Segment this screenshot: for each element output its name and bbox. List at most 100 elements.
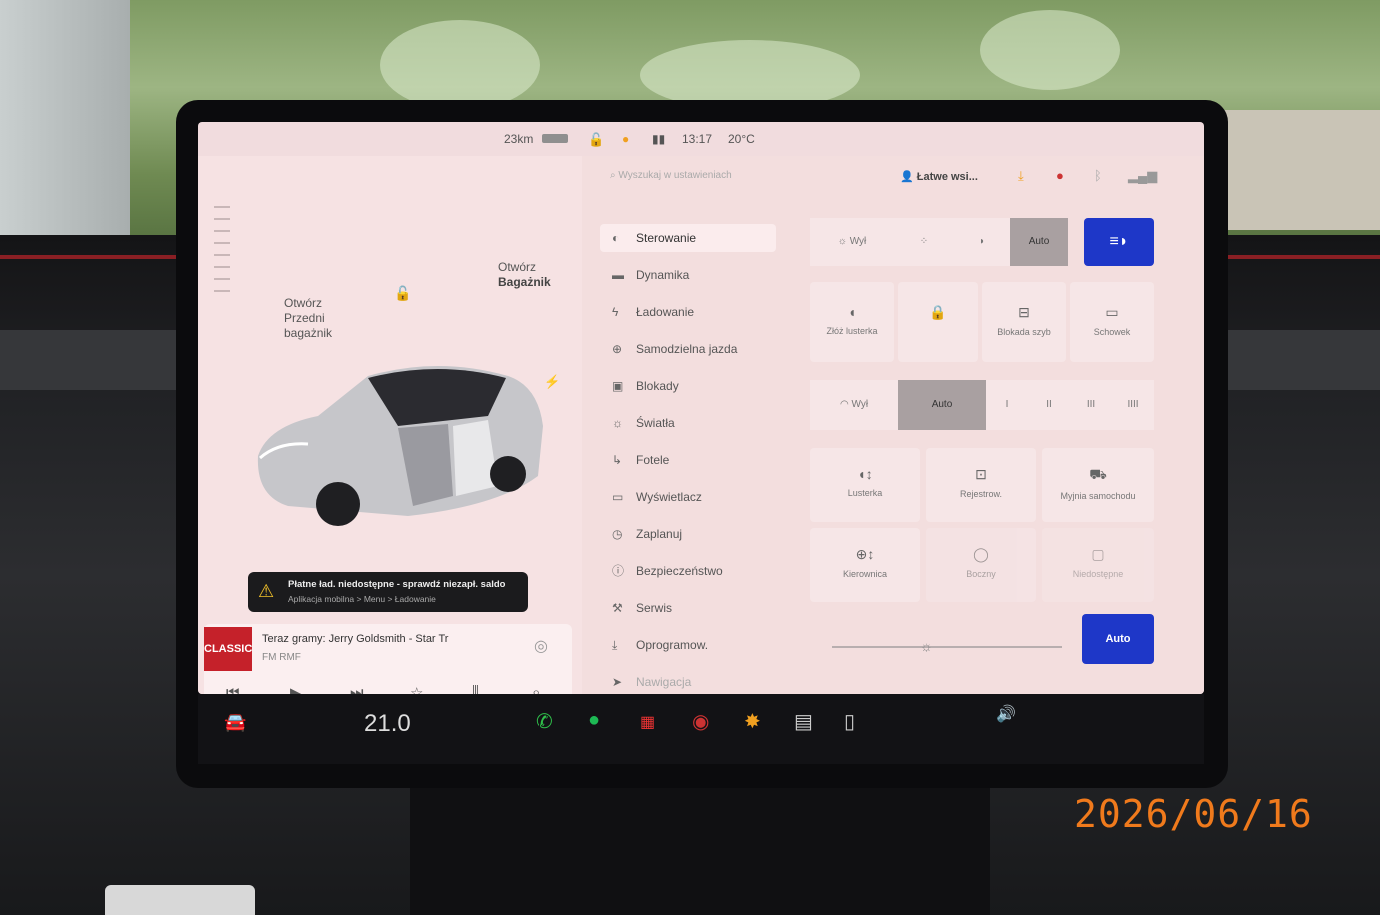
door-unlock-icon[interactable]: 🔓 (394, 286, 411, 301)
car-icon[interactable]: 🚘 (224, 712, 246, 733)
menu-item-wyswietlacz[interactable]: ▭ Wyświetlacz (600, 483, 776, 520)
car-wash-icon: ⛟ (1089, 466, 1107, 482)
menu-item-label: Światła (636, 416, 675, 430)
brightness-auto-button[interactable]: Auto (1082, 614, 1154, 664)
menu-item-sterowanie[interactable]: ◐ Sterowanie (600, 224, 776, 252)
spotify-icon[interactable]: ● (588, 709, 600, 732)
search-placeholder: Wyszukaj w ustawieniach (618, 170, 732, 181)
menu-item-zaplanuj[interactable]: ◷ Zaplanuj (600, 520, 776, 557)
notification-bell-icon[interactable]: ● (1056, 168, 1064, 183)
steering-label: Kierownica (842, 569, 888, 579)
signal-icon: ▂▄▆ (1128, 168, 1158, 183)
wipers-speed-3[interactable]: III (1070, 380, 1112, 430)
settings-search-input[interactable]: ⌕ Wyszukaj w ustawieniach (610, 170, 732, 181)
touchscreen: 23km 🔓 ● ▮▮ 13:17 20°C Otwórz Przedni ba… (198, 122, 1204, 694)
bluetooth-icon[interactable]: ᛒ (1094, 168, 1102, 183)
menu-item-oprogramowanie[interactable]: ⤓ Oprogramow. (600, 631, 776, 668)
lock-icon: 🔒 (929, 304, 947, 320)
fold-mirrors-button[interactable]: ◖ Złóż lusterka (810, 282, 894, 362)
warning-icon: ⚠ (258, 581, 275, 601)
menu-item-label: Nawigacja (636, 675, 692, 689)
download-icon[interactable]: ⤓ (1018, 168, 1024, 184)
bottom-bar: 🚘 21.0 ✆ ● ▦ ◉ ✸ ▤ ▯ 🔊 (198, 694, 1204, 764)
manual-icon[interactable]: ▯ (844, 709, 855, 734)
menu-item-ladowanie[interactable]: ϟ Ładowanie (600, 298, 776, 335)
wipers-off-label: Wył (851, 399, 869, 410)
side-button[interactable]: ◯ Boczny (926, 528, 1036, 602)
wipers-speed-4[interactable]: IIII (1112, 380, 1154, 430)
steering-adjust-button[interactable]: ⊕↕ Kierownica (810, 528, 920, 602)
glovebox-icon: ▭ (1105, 304, 1119, 320)
window-lock-button[interactable]: ⊟ Blokada szyb (982, 282, 1066, 362)
mirrors-label: Lusterka (847, 488, 883, 498)
menu-item-serwis[interactable]: ⚒ Serwis (600, 594, 776, 631)
volume-icon[interactable]: 🔊 (996, 704, 1016, 724)
car-icon: ▬ (612, 268, 624, 282)
background-building (0, 0, 130, 240)
vehicle-side-controls (214, 196, 238, 426)
brightness-slider[interactable]: ☼ (832, 638, 1062, 654)
unavailable-button: ▢ Niedostępne (1042, 528, 1154, 602)
toggle-icon: ◐ (612, 231, 620, 245)
unlock-icon[interactable]: 🔓 (588, 132, 604, 148)
side-label: Boczny (966, 569, 996, 579)
range-indicator: 23km (504, 132, 534, 146)
camera-icon[interactable]: ◉ (692, 709, 709, 734)
cabin-temperature[interactable]: 21.0 (364, 710, 411, 738)
dashcam-viewer-icon[interactable]: ▤ (794, 709, 813, 734)
battery-icon (542, 134, 568, 143)
menu-item-bezpieczenstwo[interactable]: ⓘ Bezpieczeństwo (600, 557, 776, 594)
download-icon: ⤓ (612, 638, 618, 652)
menu-item-samodzielna-jazda[interactable]: ⊕ Samodzielna jazda (600, 335, 776, 372)
open-trunk-button[interactable]: Bagażnik (498, 275, 551, 290)
toybox-icon[interactable]: ✸ (744, 709, 761, 734)
dashcam-button[interactable]: ⊡ Rejestrow. (926, 448, 1036, 522)
album-art: CLASSIC (204, 627, 252, 671)
search-icon[interactable]: ⌕ (532, 684, 540, 694)
equalizer-icon[interactable]: ⫼ (472, 684, 479, 694)
sun-icon: ☼ (837, 236, 850, 247)
wipers-speed-2[interactable]: II (1028, 380, 1070, 430)
menu-item-label: Blokady (636, 379, 679, 393)
glovebox-button[interactable]: ▭ Schowek (1070, 282, 1154, 362)
open-frunk-button[interactable]: Otwórz Przedni bagażnik (284, 296, 332, 341)
lights-auto-button[interactable]: Auto (1010, 218, 1068, 266)
wipers-speed-1[interactable]: I (986, 380, 1028, 430)
dashcam-label: Rejestrow. (959, 489, 1003, 499)
window-lock-label: Blokada szyb (997, 327, 1051, 337)
high-beam-button[interactable]: ≡◗ (1084, 218, 1154, 266)
lights-off-button[interactable]: ☼ Wył (810, 218, 894, 266)
clock-icon: ◷ (612, 527, 623, 541)
wipers-off-button[interactable]: ◠ Wył (810, 380, 898, 430)
charging-warning-banner[interactable]: ⚠ Płatne ład. niedostępne - sprawdź niez… (248, 572, 528, 612)
menu-item-fotele[interactable]: ↳ Fotele (600, 446, 776, 483)
low-beam-button[interactable]: ◗ (954, 218, 1010, 266)
steering-wheel-icon: ⊕ (612, 342, 623, 356)
wrench-icon: ⚒ (612, 601, 623, 615)
menu-item-label: Oprogramow. (636, 638, 709, 652)
next-track-icon[interactable]: ⏭ (350, 684, 364, 694)
previous-track-icon[interactable]: ⏮ (226, 684, 240, 694)
favorite-star-icon[interactable]: ☆ (410, 684, 423, 694)
menu-item-swiatla[interactable]: ☼ Światła (600, 409, 776, 446)
open-trunk-label: Bagażnik (498, 275, 551, 289)
settings-panel: ⌕ Wyszukaj w ustawieniach 👤 Łatwe wsi...… (582, 156, 1204, 694)
menu-item-blokady[interactable]: ▣ Blokady (600, 372, 776, 409)
calendar-icon[interactable]: ▦ (640, 712, 655, 732)
lock-button[interactable]: 🔒 (898, 282, 978, 362)
mirrors-adjust-button[interactable]: ◖↕ Lusterka (810, 448, 920, 522)
parking-lights-button[interactable]: ⁘ (894, 218, 954, 266)
wipers-auto-button[interactable]: Auto (898, 380, 986, 430)
phone-icon[interactable]: ✆ (536, 709, 553, 734)
station-name: FM RMF (262, 652, 301, 663)
fold-mirrors-label: Złóż lusterka (826, 326, 878, 336)
driver-profile[interactable]: 👤 Łatwe wsi... (900, 170, 978, 183)
source-icon[interactable]: ◎ (534, 636, 548, 656)
menu-item-dynamika[interactable]: ▬ Dynamika (600, 261, 776, 298)
high-beam-icon: ≡◗ (1109, 233, 1129, 250)
lock-icon: ▣ (612, 379, 624, 393)
play-icon[interactable]: ▶ (290, 684, 302, 694)
car-wash-button[interactable]: ⛟ Myjnia samochodu (1042, 448, 1154, 522)
menu-item-nawigacja[interactable]: ➤ Nawigacja (600, 668, 776, 694)
wiper-icon: ◠ (839, 399, 852, 410)
